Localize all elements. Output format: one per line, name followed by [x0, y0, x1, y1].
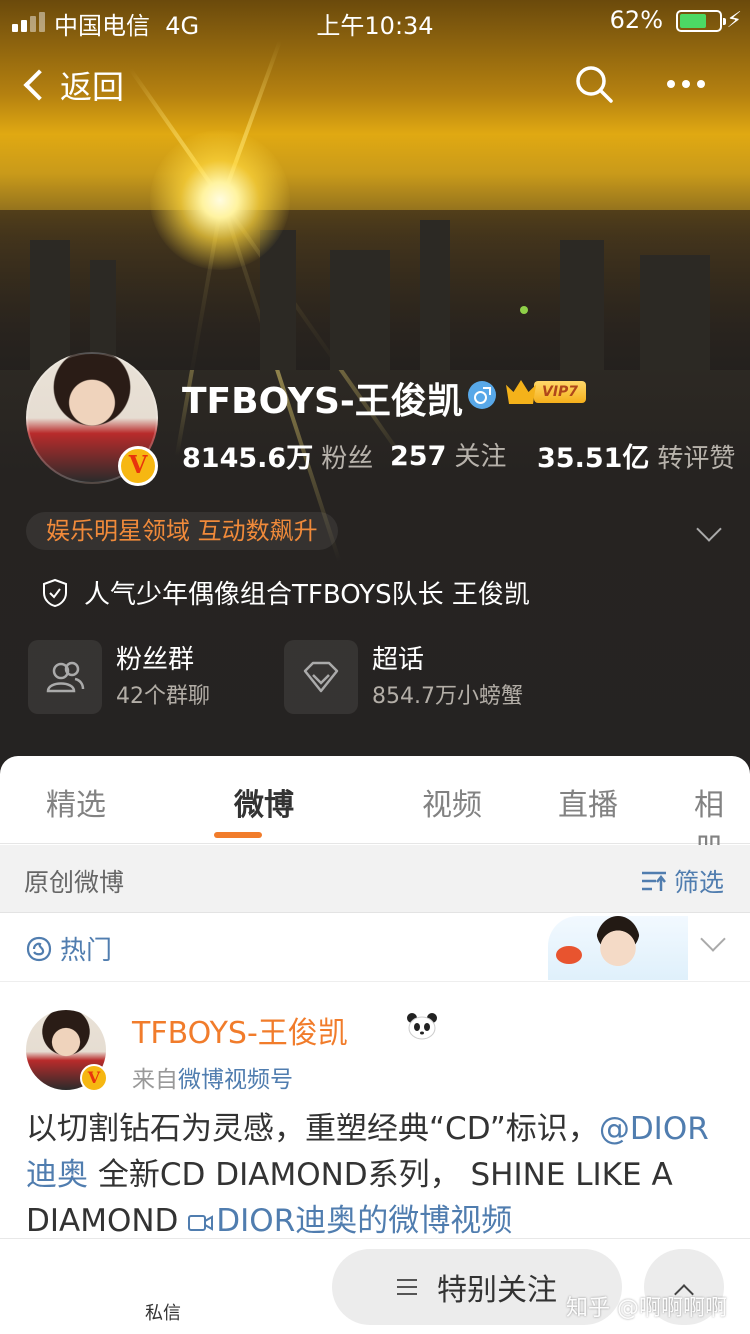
engagement-label: 转评赞	[657, 444, 736, 474]
super-topic-entry[interactable]: 超话 854.7万小螃蟹	[284, 640, 523, 714]
battery-percent: 62%	[609, 6, 663, 34]
group-icon	[46, 661, 85, 693]
panda-icon	[407, 1013, 437, 1040]
following-value: 257	[390, 441, 447, 472]
male-icon	[468, 381, 496, 409]
filter-icon	[641, 871, 666, 891]
video-icon	[188, 1215, 214, 1231]
verified-badge-icon: V	[118, 446, 158, 486]
hot-label: 热门	[60, 936, 113, 966]
city-skyline	[0, 210, 750, 370]
super-topic-subtitle: 854.7万小螃蟹	[372, 684, 523, 709]
fan-group-icon-box	[28, 640, 102, 714]
back-label: 返回	[60, 68, 125, 106]
post-text: 以切割钻石为灵感，重塑经典“CD”标识，@DIOR迪奥 全新CD DIAMOND…	[26, 1106, 726, 1244]
battery-icon	[676, 10, 726, 32]
diamond-icon	[303, 661, 339, 693]
avatar-cartoon	[596, 916, 640, 968]
bio-text: 人气少年偶像组合TFBOYS队长 王俊凯	[84, 580, 530, 610]
following-label: 关注	[454, 442, 507, 472]
domain-tag[interactable]: 娱乐明星领域 互动数飙升	[26, 512, 338, 550]
menu-icon	[397, 1279, 417, 1295]
following-stat[interactable]: 257 关注	[390, 436, 506, 473]
profile-bio: 人气少年偶像组合TFBOYS队长 王俊凯	[42, 574, 530, 611]
sun	[150, 130, 290, 270]
charging-icon: ⚡	[726, 8, 742, 33]
search-icon[interactable]	[574, 64, 614, 104]
follow-label: 特别关注	[437, 1273, 557, 1308]
tab-video[interactable]: 视频	[422, 780, 482, 824]
tab-featured[interactable]: 精选	[46, 780, 106, 824]
filter-button[interactable]: 筛选	[640, 863, 724, 899]
crown-icon	[506, 380, 536, 404]
engagement-stat[interactable]: 35.51亿 转评赞	[537, 436, 735, 475]
profile-name: TFBOYS-王俊凯	[182, 381, 463, 422]
followers-stat[interactable]: 8145.6万 粉丝	[182, 436, 373, 475]
post-author[interactable]: TFBOYS-王俊凯	[132, 1008, 348, 1052]
verified-badge-icon: V	[80, 1064, 108, 1092]
fan-group-title: 粉丝群	[116, 645, 195, 675]
filter-label: 筛选	[673, 868, 724, 897]
back-button[interactable]: 返回	[22, 62, 124, 108]
fan-group-subtitle: 42个群聊	[116, 684, 210, 709]
green-light	[520, 306, 528, 314]
vip-badge[interactable]: VIP7	[506, 380, 587, 404]
status-bar: 中国电信 4G 上午10:34 62% ⚡	[0, 0, 750, 42]
hot-banner-image	[548, 916, 688, 980]
tab-weibo[interactable]: 微博	[234, 780, 294, 824]
super-topic-icon-box	[284, 640, 358, 714]
followers-label: 粉丝	[321, 444, 374, 474]
more-icon[interactable]	[667, 80, 705, 88]
vip-label: VIP7	[534, 381, 587, 403]
tab-live[interactable]: 直播	[558, 780, 618, 824]
chevron-left-icon	[23, 69, 55, 101]
hot-label-group: 热门	[26, 930, 112, 967]
original-posts-label[interactable]: 原创微博	[24, 863, 124, 899]
profile-tabs: 精选 微博 视频 直播 相册	[0, 756, 750, 867]
hot-icon	[26, 936, 52, 961]
shield-icon	[43, 578, 67, 607]
hot-bar[interactable]: 热门	[0, 914, 750, 982]
source-link[interactable]: 微博视频号	[178, 1067, 293, 1093]
fan-group-entry[interactable]: 粉丝群 42个群聊	[28, 640, 210, 714]
post-source: 来自微博视频号	[132, 1060, 293, 1094]
watermark: 知乎 @啊啊啊啊	[566, 1296, 727, 1321]
crab-icon	[556, 946, 582, 964]
filter-bar: 原创微博 筛选	[0, 845, 750, 913]
dm-button[interactable]: 私信	[145, 1299, 181, 1325]
active-tab-indicator	[214, 832, 262, 838]
super-topic-title: 超话	[372, 645, 425, 675]
video-link[interactable]: DIOR迪奥的微博视频	[188, 1203, 512, 1239]
engagement-value: 35.51亿	[537, 443, 650, 474]
source-prefix: 来自	[132, 1067, 178, 1093]
post-text-1: 以切割钻石为灵感，重塑经典“CD”标识，	[26, 1111, 599, 1147]
followers-value: 8145.6万	[182, 443, 314, 474]
video-link-label: DIOR迪奥的微博视频	[216, 1203, 513, 1239]
